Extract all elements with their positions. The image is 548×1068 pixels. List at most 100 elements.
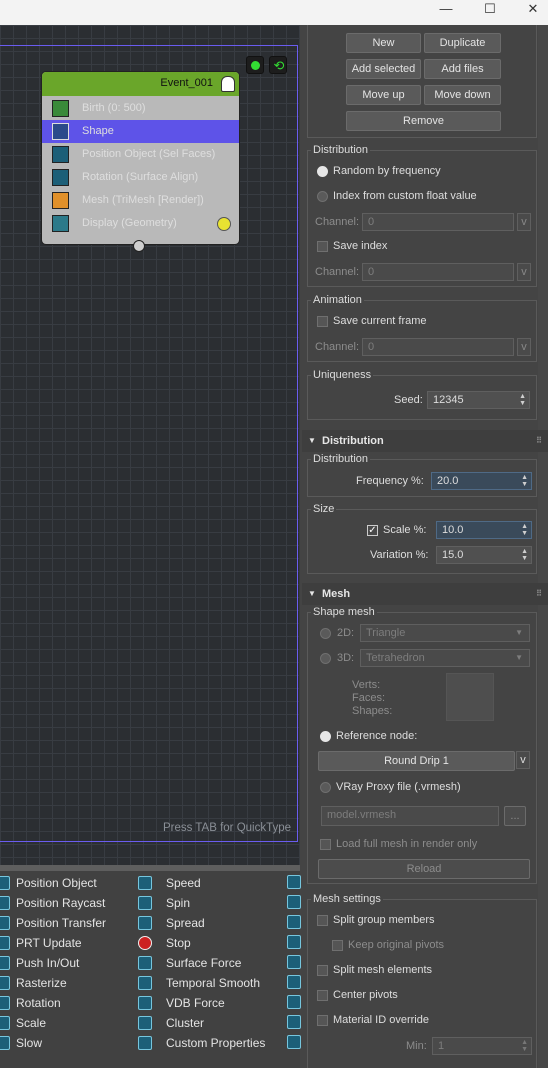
scale-checkbox[interactable]: ✓ <box>367 525 378 536</box>
reload-button[interactable]: Reload <box>318 859 530 879</box>
channel-field-2[interactable]: 0 <box>362 263 514 281</box>
operator-shape[interactable]: Shape <box>42 120 239 143</box>
depot-item[interactable]: Position Object <box>0 873 135 893</box>
seed-spinner[interactable]: 12345 ▲ ▼ <box>427 391 530 409</box>
channel-field[interactable]: 0 <box>362 213 514 231</box>
operator-icon[interactable] <box>287 895 301 909</box>
spinner-arrows-icon[interactable]: ▲ ▼ <box>521 1039 528 1053</box>
maximize-button[interactable]: ☐ <box>475 0 505 18</box>
save-index-checkbox[interactable] <box>317 241 328 252</box>
variation-spinner[interactable]: 15.0 ▲ ▼ <box>436 546 532 564</box>
depot-item[interactable]: Temporal Smooth <box>137 973 287 993</box>
material-id-checkbox[interactable] <box>317 1015 328 1026</box>
depot-item[interactable]: Rasterize <box>0 973 135 993</box>
operator-icon[interactable] <box>287 1015 301 1029</box>
operator-icon <box>0 916 10 930</box>
shape-3d-radio[interactable] <box>320 653 331 664</box>
depot-item[interactable]: Rotation <box>0 993 135 1013</box>
display-color-swatch[interactable] <box>217 217 231 231</box>
spinner-arrows-icon[interactable]: ▲ ▼ <box>521 523 528 537</box>
depot-item[interactable]: Stop <box>137 933 287 953</box>
depot-item[interactable]: Speed <box>137 873 287 893</box>
shape-2d-dropdown[interactable]: Triangle ▼ <box>360 624 530 642</box>
channel-field-3[interactable]: 0 <box>362 338 514 356</box>
channel-dropdown-button-2[interactable]: v <box>517 263 531 281</box>
reference-node-button[interactable]: Round Drip 1 <box>318 751 515 771</box>
close-button[interactable]: ✕ <box>518 0 548 18</box>
operator-rotation[interactable]: Rotation (Surface Align) <box>42 166 239 189</box>
operator-icon[interactable] <box>287 875 301 889</box>
index-custom-radio[interactable] <box>317 191 328 202</box>
min-spinner[interactable]: 1 ▲ ▼ <box>432 1037 532 1055</box>
refresh-icon[interactable]: ⟲ <box>269 56 287 74</box>
depot-item[interactable]: Push In/Out <box>0 953 135 973</box>
rollout-title: Mesh <box>322 588 351 600</box>
channel-dropdown-button-3[interactable]: v <box>517 338 531 356</box>
operator-icon[interactable] <box>287 1035 301 1049</box>
depot-item[interactable]: PRT Update <box>0 933 135 953</box>
split-elements-checkbox[interactable] <box>317 965 328 976</box>
browse-button[interactable]: ... <box>504 806 526 826</box>
operator-icon[interactable] <box>287 995 301 1009</box>
center-pivots-checkbox[interactable] <box>317 990 328 1001</box>
operator-mesh[interactable]: Mesh (TriMesh [Render]) <box>42 189 239 212</box>
depot-item[interactable]: Surface Force <box>137 953 287 973</box>
lightbulb-icon[interactable] <box>221 76 235 92</box>
reference-dropdown-button[interactable]: v <box>516 751 530 769</box>
depot-item[interactable]: VDB Force <box>137 993 287 1013</box>
reference-node-radio[interactable] <box>320 731 331 742</box>
depot-item[interactable]: Spin <box>137 893 287 913</box>
position-object-icon <box>52 146 69 163</box>
add-selected-button[interactable]: Add selected <box>346 59 421 79</box>
random-frequency-radio[interactable] <box>317 166 328 177</box>
operator-icon[interactable] <box>287 935 301 949</box>
operator-position-object[interactable]: Position Object (Sel Faces) <box>42 143 239 166</box>
add-files-button[interactable]: Add files <box>424 59 501 79</box>
depot-item[interactable]: Cluster <box>137 1013 287 1033</box>
scale-spinner[interactable]: 10.0 ▲ ▼ <box>436 521 532 539</box>
shape-2d-radio[interactable] <box>320 628 331 639</box>
mesh-rollout-header[interactable]: ▼ Mesh ⠿ <box>302 583 548 605</box>
depot-item-label: Rotation <box>16 996 61 1010</box>
spinner-arrows-icon[interactable]: ▲ ▼ <box>521 548 528 562</box>
new-button[interactable]: New <box>346 33 421 53</box>
spinner-arrows-icon[interactable]: ▲ ▼ <box>519 393 526 407</box>
save-frame-checkbox[interactable] <box>317 316 328 327</box>
scale-value: 10.0 <box>442 524 464 536</box>
operator-display[interactable]: Display (Geometry) <box>42 212 239 235</box>
operator-icon <box>138 976 152 990</box>
verts-label: Verts: <box>352 679 381 691</box>
load-full-mesh-label: Load full mesh in render only <box>336 838 478 850</box>
load-full-mesh-checkbox[interactable] <box>320 839 331 850</box>
minimize-button[interactable]: — <box>431 0 461 18</box>
panel-scrollbar[interactable] <box>538 25 548 1068</box>
operator-icon[interactable] <box>287 975 301 989</box>
depot-item[interactable]: Slow <box>0 1033 135 1053</box>
split-group-checkbox[interactable] <box>317 915 328 926</box>
depot-item[interactable]: Custom Properties <box>137 1033 287 1053</box>
operator-birth[interactable]: Birth (0: 500) <box>42 97 239 120</box>
event-toggle-icon[interactable] <box>246 56 264 74</box>
remove-button[interactable]: Remove <box>346 111 501 131</box>
move-down-button[interactable]: Move down <box>424 85 501 105</box>
channel-dropdown-button[interactable]: v <box>517 213 531 231</box>
node-output-socket[interactable] <box>133 240 145 252</box>
node-header[interactable]: Event_001 <box>42 72 239 96</box>
depot-item[interactable]: Spread <box>137 913 287 933</box>
frequency-spinner[interactable]: 20.0 ▲ ▼ <box>431 472 532 490</box>
depot-item[interactable]: Position Raycast <box>0 893 135 913</box>
depot-item[interactable]: Scale <box>0 1013 135 1033</box>
keep-pivots-checkbox[interactable] <box>332 940 343 951</box>
depot-item[interactable]: Position Transfer <box>0 913 135 933</box>
operator-icon[interactable] <box>287 915 301 929</box>
distribution-rollout-header[interactable]: ▼ Distribution ⠿ <box>302 430 548 452</box>
operator-icon <box>138 996 152 1010</box>
shape-3d-dropdown[interactable]: Tetrahedron ▼ <box>360 649 530 667</box>
vray-proxy-radio[interactable] <box>320 782 331 793</box>
duplicate-button[interactable]: Duplicate <box>424 33 501 53</box>
spinner-arrows-icon[interactable]: ▲ ▼ <box>521 474 528 488</box>
vrmesh-file-field[interactable]: model.vrmesh <box>321 806 499 826</box>
event-node[interactable]: Event_001 Birth (0: 500) Shape Position … <box>41 71 240 245</box>
operator-icon[interactable] <box>287 955 301 969</box>
move-up-button[interactable]: Move up <box>346 85 421 105</box>
